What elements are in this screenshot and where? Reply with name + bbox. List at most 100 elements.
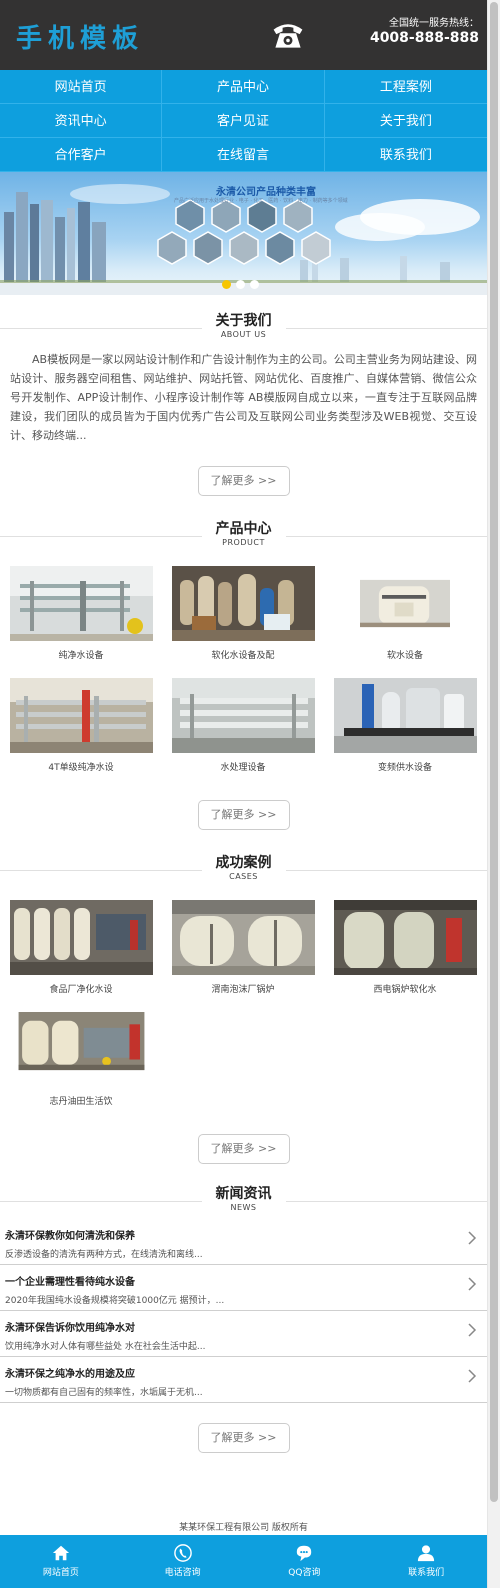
product-card[interactable]: 软水设备 <box>324 566 486 678</box>
product-image <box>9 678 153 753</box>
phone-icon <box>173 1544 192 1562</box>
news-item-desc: 一切物质都有自己固有的频率性，水垢属于无机... <box>5 1388 203 1398</box>
bottom-phone-label: 电话咨询 <box>164 1568 201 1578</box>
hotline-label: 全国统一服务热线： <box>389 18 479 29</box>
banner-title: 永清公司产品种类丰富 <box>216 187 316 198</box>
banner-subtitle: 产品广泛应用于水处理行业 · 电子 · 化工 · 医药 · 饮料 · 电力 · … <box>174 198 348 204</box>
product-image <box>360 579 450 628</box>
news-list: 永清环保教你如何清洗和保养 反渗透设备的清洗有两种方式，在线清洗和离线... 一… <box>0 1219 487 1403</box>
cases-more-wrap: 了解更多 >> <box>0 1134 487 1164</box>
nav-contact[interactable]: 联系我们 <box>324 138 487 172</box>
cases-grid: 食品厂净化水设 渭南泡沫厂锅炉 西电锅炉软化水 志丹油田生活饮 <box>0 900 487 1124</box>
chevron-right-icon <box>468 1323 477 1337</box>
chevron-right-icon <box>468 1277 477 1291</box>
page: 手机模板 全国统一服务热线： 4008-888-888 网站首页 产品中心 工程… <box>0 0 487 1453</box>
news-item[interactable]: 永清环保之纯净水的用途及应 一切物质都有自己固有的频率性，水垢属于无机... <box>0 1357 487 1403</box>
case-image <box>333 900 477 975</box>
about-more-button[interactable]: 了解更多 >> <box>197 466 290 496</box>
site-logo[interactable]: 手机模板 <box>16 18 144 55</box>
case-caption: 渭南泡沫厂锅炉 <box>211 985 275 995</box>
product-card[interactable]: 软化水设备及配 <box>162 566 324 678</box>
cases-section-title: 成功案例 CASES <box>0 854 487 888</box>
news-item-desc: 饮用纯净水对人体有哪些益处 水在社会生活中起... <box>5 1342 206 1352</box>
hotline-number[interactable]: 4008-888-888 <box>370 30 479 46</box>
news-item[interactable]: 永清环保告诉你饮用纯净水对 饮用纯净水对人体有哪些益处 水在社会生活中起... <box>0 1311 487 1357</box>
nav-partners[interactable]: 合作客户 <box>0 138 163 172</box>
product-caption: 软水设备 <box>386 651 423 661</box>
banner-slider[interactable]: 永清公司产品种类丰富 产品广泛应用于水处理行业 · 电子 · 化工 · 医药 ·… <box>0 172 487 295</box>
product-more-wrap: 了解更多 >> <box>0 800 487 830</box>
nav-home[interactable]: 网站首页 <box>0 70 163 104</box>
case-image <box>9 900 153 975</box>
case-card[interactable]: 西电锅炉软化水 <box>324 900 486 1012</box>
product-more-button[interactable]: 了解更多 >> <box>197 800 290 830</box>
news-section-title: 新闻资讯 NEWS <box>0 1185 487 1219</box>
nav-message[interactable]: 在线留言 <box>162 138 325 172</box>
product-card[interactable]: 水处理设备 <box>162 678 324 790</box>
product-caption: 纯净水设备 <box>58 651 104 661</box>
nav-cases[interactable]: 工程案例 <box>324 70 487 104</box>
header: 手机模板 全国统一服务热线： 4008-888-888 <box>0 0 487 70</box>
case-image <box>18 1012 144 1071</box>
case-image <box>171 900 315 975</box>
product-caption: 软化水设备及配 <box>211 651 275 661</box>
news-item[interactable]: 一个企业需理性看待纯水设备 2020年我国纯水设备规模将突破1000亿元 据预计… <box>0 1265 487 1311</box>
product-image <box>171 566 315 641</box>
bottom-bar: 网站首页 电话咨询 QQ咨询 联系我们 <box>0 1535 487 1588</box>
slider-dots <box>222 280 259 289</box>
product-caption: 水处理设备 <box>220 763 266 773</box>
slider-dot-3[interactable] <box>250 280 259 289</box>
cases-title-en: CASES <box>229 872 258 881</box>
nav-products[interactable]: 产品中心 <box>162 70 325 104</box>
cases-more-button[interactable]: 了解更多 >> <box>197 1134 290 1164</box>
case-card[interactable]: 志丹油田生活饮 <box>0 1012 162 1124</box>
user-icon <box>418 1545 435 1562</box>
news-item-title: 永清环保教你如何清洗和保养 <box>5 1231 135 1242</box>
slider-dot-1[interactable] <box>222 280 231 289</box>
case-card[interactable]: 渭南泡沫厂锅炉 <box>162 900 324 1012</box>
case-caption: 西电锅炉软化水 <box>373 985 437 995</box>
news-more-button[interactable]: 了解更多 >> <box>197 1423 290 1453</box>
case-caption: 志丹油田生活饮 <box>49 1097 113 1107</box>
product-section-title: 产品中心 PRODUCT <box>0 520 487 554</box>
scrollbar-thumb[interactable] <box>490 2 498 1502</box>
product-title-cn: 产品中心 <box>215 521 272 537</box>
nav-testimonials[interactable]: 客户见证 <box>162 104 325 138</box>
product-caption: 变频供水设备 <box>377 763 432 773</box>
slider-dot-2[interactable] <box>236 280 245 289</box>
telephone-icon[interactable] <box>270 17 306 53</box>
bottom-phone-button[interactable]: 电话咨询 <box>122 1535 244 1588</box>
bottom-home-button[interactable]: 网站首页 <box>0 1535 122 1588</box>
news-item[interactable]: 永清环保教你如何清洗和保养 反渗透设备的清洗有两种方式，在线清洗和离线... <box>0 1219 487 1265</box>
product-title-en: PRODUCT <box>222 538 265 547</box>
main-nav: 网站首页 产品中心 工程案例 资讯中心 客户见证 关于我们 合作客户 在线留言 … <box>0 70 487 172</box>
news-more-wrap: 了解更多 >> <box>0 1423 487 1453</box>
product-card[interactable]: 变频供水设备 <box>324 678 486 790</box>
copyright-text: 某某环保工程有限公司 版权所有 <box>179 1523 308 1533</box>
nav-news[interactable]: 资讯中心 <box>0 104 163 138</box>
product-image <box>171 678 315 753</box>
bottom-qq-label: QQ咨询 <box>288 1568 321 1578</box>
about-more-wrap: 了解更多 >> <box>0 466 487 496</box>
product-card[interactable]: 纯净水设备 <box>0 566 162 678</box>
scrollbar[interactable] <box>487 0 500 1588</box>
product-caption: 4T单级纯净水设 <box>48 763 114 773</box>
bottom-qq-button[interactable]: QQ咨询 <box>244 1535 366 1588</box>
bottom-contact-label: 联系我们 <box>408 1568 445 1578</box>
product-image <box>9 566 153 641</box>
product-card[interactable]: 4T单级纯净水设 <box>0 678 162 790</box>
about-title-cn: 关于我们 <box>215 313 272 329</box>
nav-about[interactable]: 关于我们 <box>324 104 487 138</box>
chevron-right-icon <box>468 1231 477 1245</box>
product-image <box>333 678 477 753</box>
chevron-right-icon <box>468 1369 477 1383</box>
bottom-home-label: 网站首页 <box>42 1568 79 1578</box>
news-title-en: NEWS <box>230 1203 257 1212</box>
news-item-desc: 2020年我国纯水设备规模将突破1000亿元 据预计，... <box>5 1296 225 1306</box>
case-card[interactable]: 食品厂净化水设 <box>0 900 162 1012</box>
news-item-desc: 反渗透设备的清洗有两种方式，在线清洗和离线... <box>5 1250 203 1260</box>
home-icon <box>52 1545 69 1561</box>
news-item-title: 永清环保告诉你饮用纯净水对 <box>5 1323 135 1334</box>
about-text: AB模板网是一家以网站设计制作和广告设计制作为主的公司。公司主营业务为网站建设、… <box>10 353 477 442</box>
bottom-contact-button[interactable]: 联系我们 <box>365 1535 487 1588</box>
